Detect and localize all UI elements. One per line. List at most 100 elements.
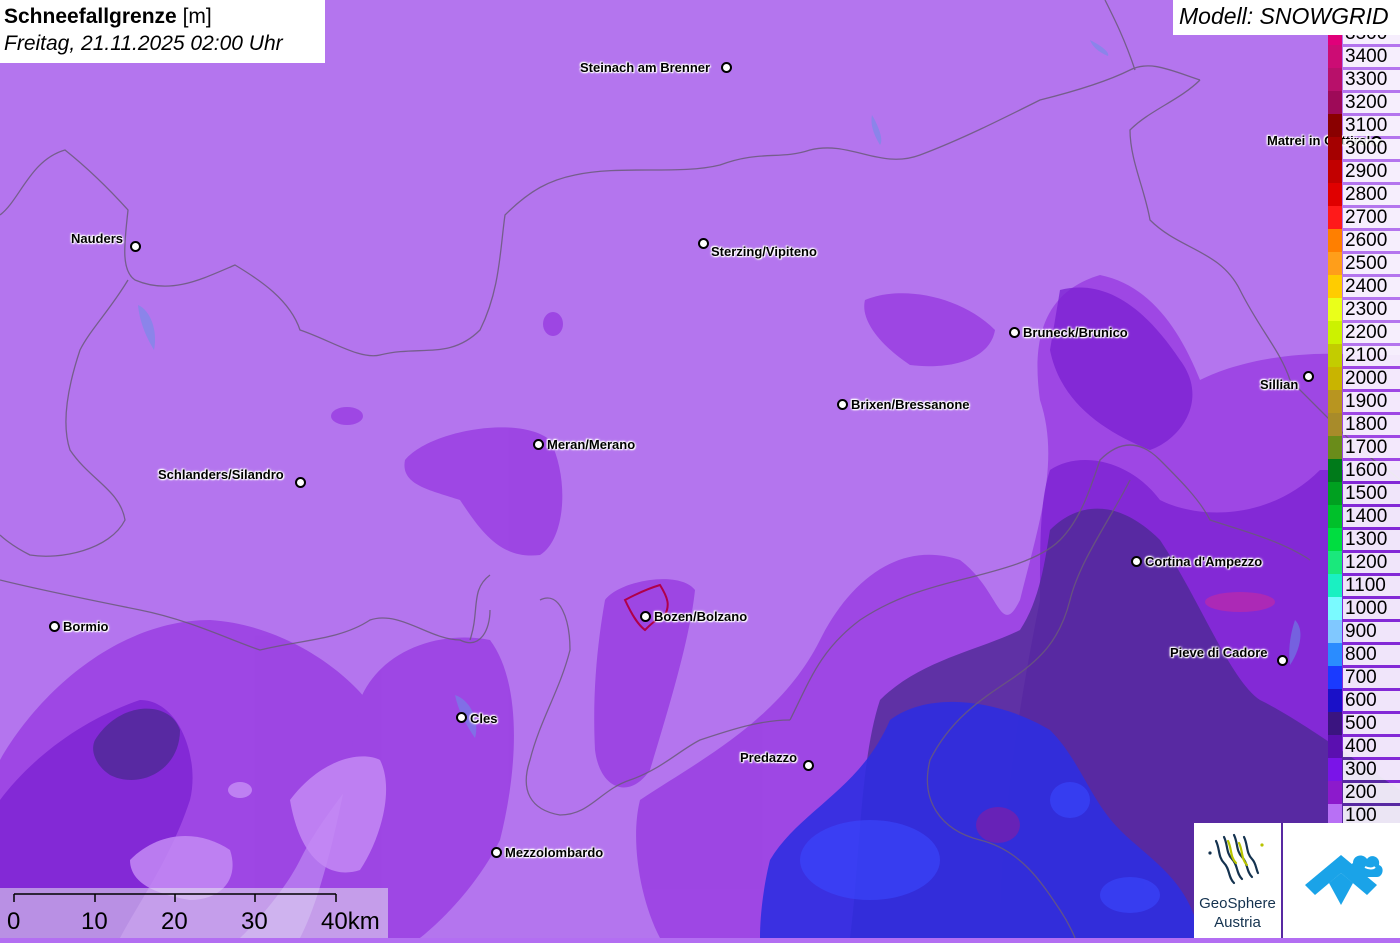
city-marker[interactable] (640, 611, 651, 622)
legend-value: 900 (1343, 622, 1400, 642)
legend-entry: 200 (1328, 781, 1400, 804)
legend-entry: 1800 (1328, 413, 1400, 436)
legend-swatch (1328, 390, 1342, 413)
legend-entry: 1700 (1328, 436, 1400, 459)
legend-swatch (1328, 735, 1342, 758)
legend-entry: 2400 (1328, 275, 1400, 298)
city-label: Steinach am Brenner (580, 60, 711, 75)
legend-value: 3400 (1343, 47, 1400, 67)
legend-value: 200 (1343, 783, 1400, 803)
legend-swatch (1328, 781, 1342, 804)
city-marker[interactable] (533, 439, 544, 450)
legend-value: 2200 (1343, 323, 1400, 343)
city-label: Nauders (71, 231, 124, 246)
legend-value: 3500 (1343, 35, 1400, 44)
legend-swatch (1328, 482, 1342, 505)
city-label: Cles (470, 711, 498, 726)
legend-swatch (1328, 367, 1342, 390)
scale-label: 40km (321, 908, 380, 935)
legend-entry: 2500 (1328, 252, 1400, 275)
city-marker[interactable] (1303, 371, 1314, 382)
city-marker[interactable] (837, 399, 848, 410)
legend-entry: 2600 (1328, 229, 1400, 252)
scale-label: 30 (241, 908, 268, 935)
legend-value: 1600 (1343, 461, 1400, 481)
color-legend: 3500 3400 3300 3200 3100 3000 2900 2800 2700 2600… (1328, 35, 1400, 825)
legend-entry: 600 (1328, 689, 1400, 712)
legend-swatch (1328, 321, 1342, 344)
legend-entry: 2700 (1328, 206, 1400, 229)
legend-value: 3000 (1343, 139, 1400, 159)
city-marker[interactable] (49, 621, 60, 632)
legend-swatch (1328, 551, 1342, 574)
legend-value: 1000 (1343, 599, 1400, 619)
geosphere-logo[interactable]: GeoSphere Austria (1194, 823, 1281, 938)
legend-value: 2400 (1343, 277, 1400, 297)
legend-swatch (1328, 666, 1342, 689)
legend-entry: 1000 (1328, 597, 1400, 620)
legend-swatch (1328, 114, 1342, 137)
city-label: Pieve di Cadore (1170, 645, 1268, 660)
map-title: Schneefallgrenze [m] (4, 5, 212, 28)
legend-entry: 1300 (1328, 528, 1400, 551)
legend-swatch (1328, 298, 1342, 321)
legend-swatch (1328, 45, 1342, 68)
legend-value: 800 (1343, 645, 1400, 665)
legend-swatch (1328, 643, 1342, 666)
legend-entry: 3500 (1328, 35, 1400, 45)
legend-value: 3100 (1343, 116, 1400, 136)
legend-value: 2300 (1343, 300, 1400, 320)
legend-swatch (1328, 804, 1342, 825)
map-datetime: Freitag, 21.11.2025 02:00 Uhr (4, 32, 283, 55)
legend-value: 2900 (1343, 162, 1400, 182)
city-marker[interactable] (1277, 655, 1288, 666)
legend-value: 1900 (1343, 392, 1400, 412)
scale-label: 0 (7, 908, 21, 935)
city-label: Schlanders/Silandro (158, 467, 284, 482)
legend-value: 2000 (1343, 369, 1400, 389)
legend-entry: 100 (1328, 804, 1400, 825)
legend-entry: 3300 (1328, 68, 1400, 91)
app-logo[interactable] (1283, 823, 1400, 938)
legend-entry: 800 (1328, 643, 1400, 666)
legend-entry: 300 (1328, 758, 1400, 781)
city-label: Sillian (1260, 377, 1299, 392)
legend-value: 3300 (1343, 70, 1400, 90)
city-marker[interactable] (456, 712, 467, 723)
legend-entry: 3200 (1328, 91, 1400, 114)
legend-swatch (1328, 275, 1342, 298)
geosphere-name-line2: Austria (1214, 914, 1261, 931)
city-marker[interactable] (803, 760, 814, 771)
city-marker[interactable] (1009, 327, 1020, 338)
city-marker[interactable] (721, 62, 732, 73)
legend-entry: 400 (1328, 735, 1400, 758)
city-label: Meran/Merano (547, 437, 636, 452)
legend-swatch (1328, 160, 1342, 183)
legend-value: 3200 (1343, 93, 1400, 113)
legend-value: 2800 (1343, 185, 1400, 205)
city-marker[interactable] (1131, 556, 1142, 567)
legend-entry: 1600 (1328, 459, 1400, 482)
city-marker[interactable] (491, 847, 502, 858)
legend-entry: 2000 (1328, 367, 1400, 390)
legend-swatch (1328, 436, 1342, 459)
legend-entry: 1100 (1328, 574, 1400, 597)
city-marker[interactable] (698, 238, 709, 249)
legend-entry: 500 (1328, 712, 1400, 735)
legend-entry: 1500 (1328, 482, 1400, 505)
legend-value: 2500 (1343, 254, 1400, 274)
city-marker[interactable] (295, 477, 306, 488)
zone-local-high (1205, 592, 1275, 612)
house-cloud-icon (1305, 855, 1383, 905)
legend-swatch (1328, 413, 1342, 436)
city-marker[interactable] (130, 241, 141, 252)
legend-swatch (1328, 137, 1342, 160)
city-label: Cortina d'Ampezzo (1145, 554, 1263, 569)
legend-entry: 2300 (1328, 298, 1400, 321)
legend-value: 1300 (1343, 530, 1400, 550)
legend-entry: 3400 (1328, 45, 1400, 68)
model-label: Modell: SNOWGRID (1173, 0, 1400, 35)
legend-swatch (1328, 183, 1342, 206)
legend-value: 2100 (1343, 346, 1400, 366)
city-label: Mezzolombardo (505, 845, 604, 860)
